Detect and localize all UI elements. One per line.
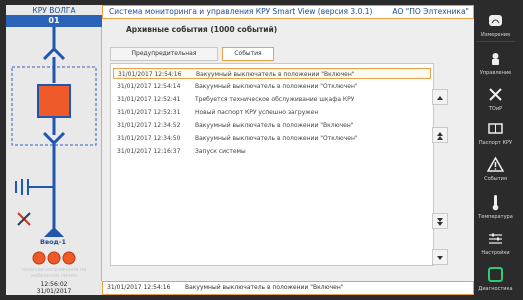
sidebar: Измерения Управление ТОиР Паспорт КРУ Со…: [474, 5, 517, 295]
tools-lock-icon[interactable]: [16, 211, 32, 227]
event-time: 31/01/2017 12:52:31: [117, 109, 181, 116]
event-row[interactable]: 31/01/2017 12:34:50 Вакуумный выключател…: [113, 133, 431, 144]
status-bar: 31/01/2017 12:54:16 Вакуумный выключател…: [102, 281, 474, 295]
org-name: АО "ПО Элтехника": [392, 7, 469, 16]
sidebar-item-events[interactable]: События: [474, 153, 517, 183]
sidebar-item-label: События: [484, 176, 507, 182]
sidebar-item-control[interactable]: Управление: [474, 47, 517, 77]
archive-title: Архивные события (1000 событий): [126, 25, 278, 34]
settings-icon: [489, 233, 502, 244]
double-up-icon: [437, 132, 443, 140]
event-message: Новый паспорт КРУ успешно загружен: [195, 109, 319, 116]
double-down-icon: [437, 218, 443, 226]
sidebar-item-label: Паспорт КРУ: [478, 140, 513, 146]
sidebar-item-label: Измерения: [480, 32, 511, 38]
tools-icon: [489, 88, 502, 101]
sidebar-item-temperature[interactable]: Температура: [474, 191, 517, 221]
events-archive: Архивные события (1000 событий) Предупре…: [102, 19, 474, 281]
cabinet-number: 01: [6, 15, 102, 27]
event-row[interactable]: 31/01/2017 12:54:16 Вакуумный выключател…: [113, 68, 431, 79]
sidebar-item-label: Настройки: [481, 250, 510, 256]
scroll-down-button[interactable]: [432, 249, 448, 265]
event-message: Вакуумный выключатель в положении "Включ…: [196, 71, 355, 78]
bay-label: Ввод-1: [40, 238, 67, 246]
sidebar-item-maintenance[interactable]: ТОиР: [474, 83, 517, 113]
event-message: Вакуумный выключатель в положении "Включ…: [195, 122, 354, 129]
tab-warnings[interactable]: Предупредительная сигнализация: [110, 47, 218, 69]
thermometer-icon: [492, 195, 499, 211]
event-time: 31/01/2017 12:52:41: [117, 96, 181, 103]
event-row[interactable]: 31/01/2017 12:52:31 Новый паспорт КРУ ус…: [113, 107, 431, 118]
status-time: 31/01/2017 12:54:16: [107, 284, 171, 291]
device-edge: [517, 0, 523, 300]
voltage-warning-text: наличие напряжения на кабельной линии: [21, 267, 87, 279]
diagnostics-icon: [488, 267, 503, 282]
scroll-page-down-button[interactable]: [432, 213, 448, 229]
event-message: Запуск системы: [195, 148, 246, 155]
tab-events[interactable]: События: [222, 47, 274, 61]
scroll-up-button[interactable]: [432, 89, 448, 105]
warning-icon: [487, 156, 504, 172]
sidebar-item-measurements[interactable]: Измерения: [474, 9, 517, 39]
event-list: 31/01/2017 12:54:16 Вакуумный выключател…: [110, 63, 434, 266]
sidebar-item-passport[interactable]: Паспорт КРУ: [474, 117, 517, 147]
single-line-diagram: [6, 15, 102, 265]
sidebar-item-label: Температура: [478, 214, 513, 220]
app-title: Система мониторинга и управления КРУ Sma…: [109, 7, 373, 16]
event-message: Требуется техническое обслуживание шкафа…: [195, 96, 355, 103]
hmi-screen: КРУ ВОЛГА 01 Ввод-1 наличие напряжения н…: [6, 5, 474, 295]
event-row[interactable]: 31/01/2017 12:16:37 Запуск системы: [113, 146, 431, 157]
sidebar-divider: [476, 41, 515, 42]
clock: 12:56:02 31/01/2017: [6, 281, 102, 295]
event-row[interactable]: 31/01/2017 12:52:41 Требуется техническо…: [113, 94, 431, 105]
status-message: Вакуумный выключатель в положении "Включ…: [185, 284, 344, 291]
sidebar-item-diagnostics[interactable]: Диагностика: [474, 263, 517, 293]
sidebar-item-label: Диагностика: [478, 286, 513, 292]
measure-icon: [489, 15, 502, 26]
control-icon: [492, 53, 499, 65]
event-time: 31/01/2017 12:54:16: [118, 71, 182, 78]
clock-time: 12:56:02: [40, 281, 68, 288]
passport-icon: [488, 123, 503, 134]
triangle-down-icon: [437, 256, 443, 260]
event-time: 31/01/2017 12:54:14: [117, 83, 181, 90]
event-time: 31/01/2017 12:16:37: [117, 148, 181, 155]
event-row[interactable]: 31/01/2017 12:34:52 Вакуумный выключател…: [113, 120, 431, 131]
sidebar-item-label: ТОиР: [488, 106, 503, 112]
clock-date: 31/01/2017: [36, 288, 72, 295]
event-time: 31/01/2017 12:34:52: [117, 122, 181, 129]
app-header: Система мониторинга и управления КРУ Sma…: [102, 5, 474, 19]
event-row[interactable]: 31/01/2017 12:54:14 Вакуумный выключател…: [113, 81, 431, 92]
scroll-page-up-button[interactable]: [432, 127, 448, 143]
sidebar-item-settings[interactable]: Настройки: [474, 227, 517, 257]
sidebar-item-label: Управление: [479, 70, 512, 76]
event-message: Вакуумный выключатель в положении "Отклю…: [195, 83, 358, 90]
single-line-panel: КРУ ВОЛГА 01 Ввод-1 наличие напряжения н…: [6, 5, 102, 295]
event-message: Вакуумный выключатель в положении "Отклю…: [195, 135, 358, 142]
triangle-up-icon: [437, 96, 443, 100]
event-time: 31/01/2017 12:34:50: [117, 135, 181, 142]
